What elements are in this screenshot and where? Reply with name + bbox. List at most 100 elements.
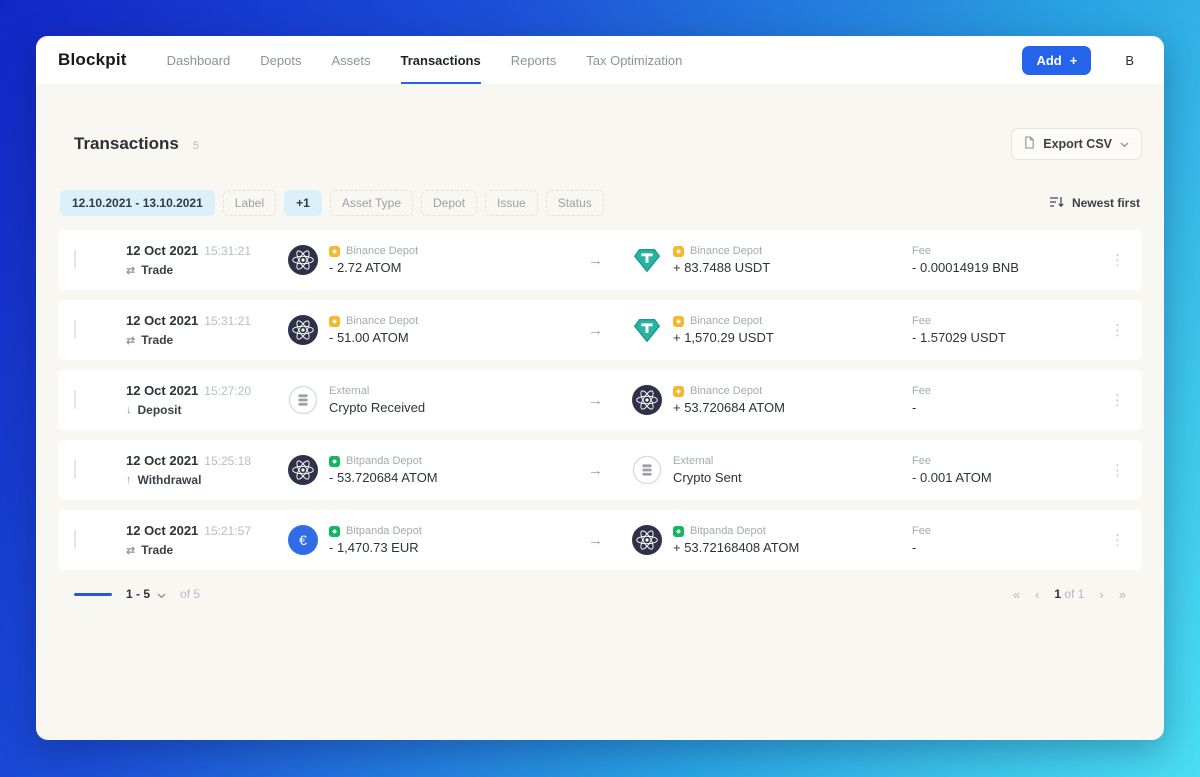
destination-depot-line: ◆ Binance Depot bbox=[673, 245, 770, 257]
nav-item-label: Reports bbox=[511, 53, 557, 68]
fee-label: Fee bbox=[912, 315, 1106, 327]
arrow-right-icon: → bbox=[588, 322, 632, 339]
row-menu-button[interactable]: ⋮ bbox=[1106, 251, 1130, 269]
atom-icon bbox=[288, 455, 318, 485]
atom-icon bbox=[288, 315, 318, 345]
source-cell: € bbox=[288, 455, 588, 485]
row-checkbox[interactable] bbox=[74, 530, 76, 549]
transaction-label[interactable]: ⇄ ↓ ↑ Trade bbox=[126, 543, 288, 557]
source-amount: - 53.720684 ATOM bbox=[329, 470, 438, 485]
filter-chip[interactable]: Status ✕ bbox=[546, 190, 604, 216]
source-depot-name: Bitpanda Depot bbox=[346, 455, 422, 467]
datetime: 12 Oct 202115:27:20 bbox=[126, 383, 288, 398]
appbar-right: Add + B bbox=[1022, 46, 1142, 75]
export-csv-label: Export CSV bbox=[1043, 137, 1112, 151]
source-depot-line: ◆ Bitpanda Depot bbox=[329, 525, 422, 537]
export-csv-button[interactable]: Export CSV bbox=[1011, 128, 1142, 160]
withdrawal-icon: ↑ bbox=[126, 474, 132, 486]
rows-per-page-select[interactable]: 1 - 5 bbox=[126, 586, 166, 602]
filter-chip-label: Issue bbox=[497, 196, 526, 210]
transaction-label[interactable]: ⇄ ↓ ↑ Withdrawal bbox=[126, 473, 288, 487]
filter-chip[interactable]: +1 ✕ bbox=[284, 190, 322, 216]
filter-chip-label: Asset Type bbox=[342, 196, 401, 210]
add-button-label: Add bbox=[1036, 53, 1061, 68]
source-depot-line: ◆ Binance Depot bbox=[329, 245, 418, 257]
fee-value: - bbox=[912, 540, 1106, 555]
transaction-label[interactable]: ⇄ ↓ ↑ Trade bbox=[126, 333, 288, 347]
transaction-row: 12 Oct 202115:31:21 ⇄ ↓ ↑ Trade bbox=[58, 300, 1142, 360]
arrow-right-icon: → bbox=[588, 532, 632, 549]
destination-text: ◆ Binance Depot + 1,570.29 USDT bbox=[673, 315, 774, 345]
external-depot-icon bbox=[288, 385, 318, 415]
destination-cell: € bbox=[632, 385, 912, 415]
filter-chip[interactable]: Asset Type ✕ bbox=[330, 190, 413, 216]
transaction-row: 12 Oct 202115:25:18 ⇄ ↓ ↑ Withdrawal bbox=[58, 440, 1142, 500]
destination-amount: + 53.72168408 ATOM bbox=[673, 540, 799, 555]
filter-chip[interactable]: Issue ✕ bbox=[485, 190, 538, 216]
sort-icon bbox=[1050, 196, 1064, 211]
source-coin-icon: € bbox=[288, 245, 318, 275]
transaction-label[interactable]: ⇄ ↓ ↑ Trade bbox=[126, 263, 288, 277]
destination-amount: + 53.720684 ATOM bbox=[673, 400, 785, 415]
nav-item[interactable]: Assets bbox=[331, 36, 370, 84]
row-menu-button[interactable]: ⋮ bbox=[1106, 391, 1130, 409]
destination-amount: Crypto Sent bbox=[673, 470, 742, 485]
row-menu-button[interactable]: ⋮ bbox=[1106, 321, 1130, 339]
transaction-label-text: Trade bbox=[141, 333, 173, 347]
datetime: 12 Oct 202115:31:21 bbox=[126, 243, 288, 258]
range-indicator bbox=[74, 593, 112, 596]
nav-item[interactable]: Depots bbox=[260, 36, 301, 84]
source-coin-icon: € bbox=[288, 315, 318, 345]
fee-value: - 0.00014919 BNB bbox=[912, 260, 1106, 275]
current-page: 1 bbox=[1054, 587, 1061, 601]
transaction-row: 12 Oct 202115:31:21 ⇄ ↓ ↑ Trade bbox=[58, 230, 1142, 290]
row-checkbox[interactable] bbox=[74, 320, 76, 339]
destination-coin-icon: € bbox=[632, 525, 662, 555]
next-page-button[interactable]: › bbox=[1099, 587, 1103, 602]
destination-depot-provider-icon: ◆ bbox=[673, 386, 684, 397]
trade-icon: ⇄ bbox=[126, 334, 135, 347]
main-nav: Dashboard Depots Assets bbox=[167, 36, 683, 84]
row-checkbox[interactable] bbox=[74, 250, 76, 269]
user-avatar[interactable]: B bbox=[1117, 49, 1142, 72]
source-depot-name: Bitpanda Depot bbox=[346, 525, 422, 537]
row-menu-button[interactable]: ⋮ bbox=[1106, 531, 1130, 549]
transaction-row: 12 Oct 202115:27:20 ⇄ ↓ ↑ Deposit bbox=[58, 370, 1142, 430]
fee-cell: Fee - bbox=[912, 525, 1106, 555]
filter-chip[interactable]: Label ✕ bbox=[223, 190, 276, 216]
content-area: Transactions 5 Export CSV 12.10 bbox=[36, 128, 1164, 602]
source-depot-line: ◆ Binance Depot bbox=[329, 315, 418, 327]
sort-control[interactable]: Newest first bbox=[1050, 196, 1140, 211]
prev-page-button[interactable]: ‹ bbox=[1035, 587, 1039, 602]
row-checkbox[interactable] bbox=[74, 390, 76, 409]
nav-item[interactable]: Reports bbox=[511, 36, 557, 84]
row-checkbox[interactable] bbox=[74, 460, 76, 479]
destination-cell: € bbox=[632, 315, 912, 345]
app-bar: Blockpit Dashboard Depots bbox=[36, 36, 1164, 84]
datetime-cell: 12 Oct 202115:31:21 ⇄ ↓ ↑ Trade bbox=[126, 243, 288, 277]
filter-chip[interactable]: 12.10.2021 - 13.10.2021 ✕ bbox=[60, 190, 215, 216]
file-icon bbox=[1024, 136, 1035, 152]
first-page-button[interactable]: « bbox=[1013, 587, 1020, 602]
arrow-right-icon: → bbox=[588, 462, 632, 479]
last-page-button[interactable]: » bbox=[1119, 587, 1126, 602]
destination-depot-provider-icon: ◆ bbox=[673, 246, 684, 257]
transaction-time: 15:21:57 bbox=[204, 524, 251, 538]
transaction-label[interactable]: ⇄ ↓ ↑ Deposit bbox=[126, 403, 288, 417]
source-cell: € bbox=[288, 315, 588, 345]
destination-depot-name: Bitpanda Depot bbox=[690, 525, 766, 537]
nav-item[interactable]: Transactions bbox=[401, 36, 481, 84]
range-total: of 5 bbox=[180, 587, 200, 601]
row-menu-button[interactable]: ⋮ bbox=[1106, 461, 1130, 479]
filter-chip[interactable]: Depot ✕ bbox=[421, 190, 477, 216]
add-button[interactable]: Add + bbox=[1022, 46, 1091, 75]
nav-item[interactable]: Dashboard bbox=[167, 36, 231, 84]
nav-item[interactable]: Tax Optimization bbox=[586, 36, 682, 84]
source-depot-provider-icon: ◆ bbox=[329, 526, 340, 537]
source-depot-line: ◆ Bitpanda Depot bbox=[329, 455, 438, 467]
arrow-right-icon: → bbox=[588, 392, 632, 409]
page-indicator: 1 of 1 bbox=[1054, 587, 1084, 601]
destination-text: ◆ Binance Depot + 53.720684 ATOM bbox=[673, 385, 785, 415]
arrow-right-icon: → bbox=[588, 252, 632, 269]
transaction-count-badge: 5 bbox=[193, 140, 199, 152]
